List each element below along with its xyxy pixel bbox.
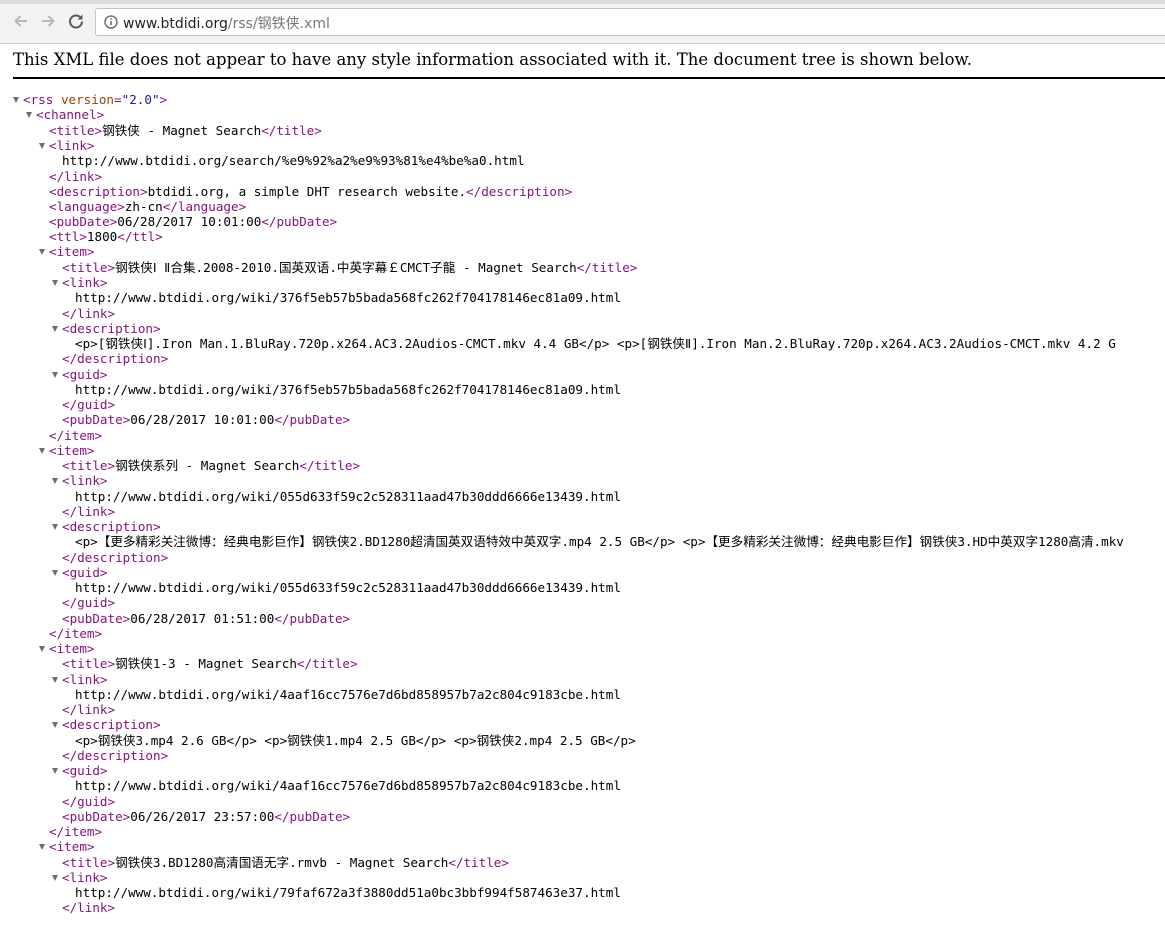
info-icon[interactable] <box>104 15 118 29</box>
address-bar[interactable]: www.btdidi.org/rss/钢铁侠.xml <box>95 8 1165 36</box>
item-open: <item> <box>0 244 1165 259</box>
tab-strip <box>0 0 1165 4</box>
url-host: www.btdidi.org <box>123 16 228 32</box>
collapse-arrow-icon[interactable] <box>39 844 45 851</box>
xml-line-rss-open: <rss version="2.0"> <box>0 92 1165 107</box>
item-link-close: </link> <box>62 702 116 718</box>
item-link-text: http://www.btdidi.org/wiki/055d633f59c2c… <box>75 488 621 504</box>
xml-tree: <rss version="2.0"> <channel> <title>钢铁侠… <box>0 92 1165 916</box>
collapse-arrow-icon[interactable] <box>52 325 58 332</box>
collapse-arrow-icon[interactable] <box>39 142 45 149</box>
xml-line-channel-open: <channel> <box>0 107 1165 122</box>
item-guid-open: <guid> <box>0 565 1165 580</box>
back-arrow-icon <box>14 15 27 27</box>
item-link-open: <link> <box>0 672 1165 687</box>
item-pubdate: <pubDate>06/28/2017 10:01:00</pubDate> <box>62 412 351 428</box>
item-close: </item> <box>49 824 103 840</box>
reload-icon <box>69 14 83 29</box>
channel-link-open: <link> <box>0 138 1165 153</box>
item-description-text: <p>[钢铁侠Ⅰ].Iron Man.1.BluRay.720p.x264.AC… <box>75 336 1116 352</box>
item-link-close: </link> <box>62 503 116 519</box>
item-description-text: <p>【更多精彩关注微博：经典电影巨作】钢铁侠2.BD1280超清国英双语特效中… <box>75 534 1124 550</box>
xml-style-notice: This XML file does not appear to have an… <box>13 50 972 69</box>
collapse-arrow-icon[interactable] <box>52 371 58 378</box>
collapse-arrow-icon[interactable] <box>26 112 32 119</box>
browser-toolbar: www.btdidi.org/rss/钢铁侠.xml <box>0 0 1165 44</box>
collapse-arrow-icon[interactable] <box>52 722 58 729</box>
item-open: <item> <box>0 641 1165 656</box>
rss-version-attr: version <box>60 92 115 107</box>
item-description-close: </description> <box>62 747 169 763</box>
item-title: <title>钢铁侠Ⅰ Ⅱ合集.2008-2010.国英双语.中英字幕￡CMCT… <box>62 259 638 275</box>
item-guid-text: http://www.btdidi.org/wiki/376f5eb57b5ba… <box>75 381 621 397</box>
forward-button[interactable] <box>35 8 61 34</box>
item-guid-close: </guid> <box>62 793 116 809</box>
item-guid-text: http://www.btdidi.org/wiki/055d633f59c2c… <box>75 580 621 596</box>
collapse-arrow-icon[interactable] <box>52 478 58 485</box>
item-guid-close: </guid> <box>62 397 116 413</box>
channel-pubdate: <pubDate>06/28/2017 10:01:00</pubDate> <box>49 214 338 230</box>
collapse-arrow-icon[interactable] <box>52 280 58 287</box>
notice-divider <box>13 77 1165 79</box>
collapse-arrow-icon[interactable] <box>39 447 45 454</box>
channel-language: <language>zh-cn</language> <box>49 198 247 214</box>
collapse-arrow-icon[interactable] <box>52 524 58 531</box>
collapse-arrow-icon[interactable] <box>52 768 58 775</box>
item-link-close: </link> <box>62 305 116 321</box>
reload-button[interactable] <box>63 8 89 34</box>
item-description-open: <description> <box>0 519 1165 534</box>
item-link-text: http://www.btdidi.org/wiki/376f5eb57b5ba… <box>75 290 621 306</box>
item-link-open: <link> <box>0 473 1165 488</box>
item-close: </item> <box>49 427 103 443</box>
channel-link-text: http://www.btdidi.org/search/%e9%92%a2%e… <box>62 153 525 169</box>
item-pubdate: <pubDate>06/28/2017 01:51:00</pubDate> <box>62 610 351 626</box>
collapse-arrow-icon[interactable] <box>39 645 45 652</box>
item-description-text: <p>钢铁侠3.mp4 2.6 GB</p> <p>钢铁侠1.mp4 2.5 G… <box>75 732 636 748</box>
item-link-close: </link> <box>62 900 116 916</box>
collapse-arrow-icon[interactable] <box>52 676 58 683</box>
channel-link-close: </link> <box>49 168 103 184</box>
channel-description: <description>btdidi.org, a simple DHT re… <box>49 183 573 199</box>
item-link-text: http://www.btdidi.org/wiki/4aaf16cc7576e… <box>75 686 621 702</box>
item-guid-close: </guid> <box>62 595 116 611</box>
item-link-text: http://www.btdidi.org/wiki/79faf672a3f38… <box>75 885 621 901</box>
collapse-arrow-icon[interactable] <box>52 874 58 881</box>
collapse-arrow-icon[interactable] <box>13 97 19 103</box>
channel-ttl: <ttl>1800</ttl> <box>49 229 163 245</box>
item-title: <title>钢铁侠3.BD1280高清国语无字.rmvb - Magnet S… <box>62 854 509 870</box>
item-description-close: </description> <box>62 549 169 565</box>
item-title: <title>钢铁侠1-3 - Magnet Search</title> <box>62 656 358 672</box>
rss-tag-name: <rss <box>23 92 54 107</box>
item-open: <item> <box>0 839 1165 854</box>
url-text[interactable]: www.btdidi.org/rss/钢铁侠.xml <box>123 13 330 33</box>
back-button[interactable] <box>8 8 34 34</box>
item-guid-open: <guid> <box>0 367 1165 382</box>
item-close: </item> <box>49 625 103 641</box>
item-link-open: <link> <box>0 870 1165 885</box>
item-guid-open: <guid> <box>0 763 1165 778</box>
url-path: /rss/钢铁侠.xml <box>227 16 330 32</box>
item-description-open: <description> <box>0 321 1165 336</box>
rss-version-value: "2.0" <box>121 92 160 107</box>
item-description-close: </description> <box>62 351 169 367</box>
item-guid-text: http://www.btdidi.org/wiki/4aaf16cc7576e… <box>75 778 621 794</box>
forward-arrow-icon <box>42 15 55 27</box>
item-description-open: <description> <box>0 717 1165 732</box>
item-title: <title>钢铁侠系列 - Magnet Search</title> <box>62 458 361 474</box>
channel-title: <title>钢铁侠 - Magnet Search</title> <box>49 122 322 138</box>
item-pubdate: <pubDate>06/26/2017 23:57:00</pubDate> <box>62 808 351 824</box>
item-link-open: <link> <box>0 275 1165 290</box>
collapse-arrow-icon[interactable] <box>39 249 45 256</box>
item-open: <item> <box>0 443 1165 458</box>
collapse-arrow-icon[interactable] <box>52 569 58 576</box>
